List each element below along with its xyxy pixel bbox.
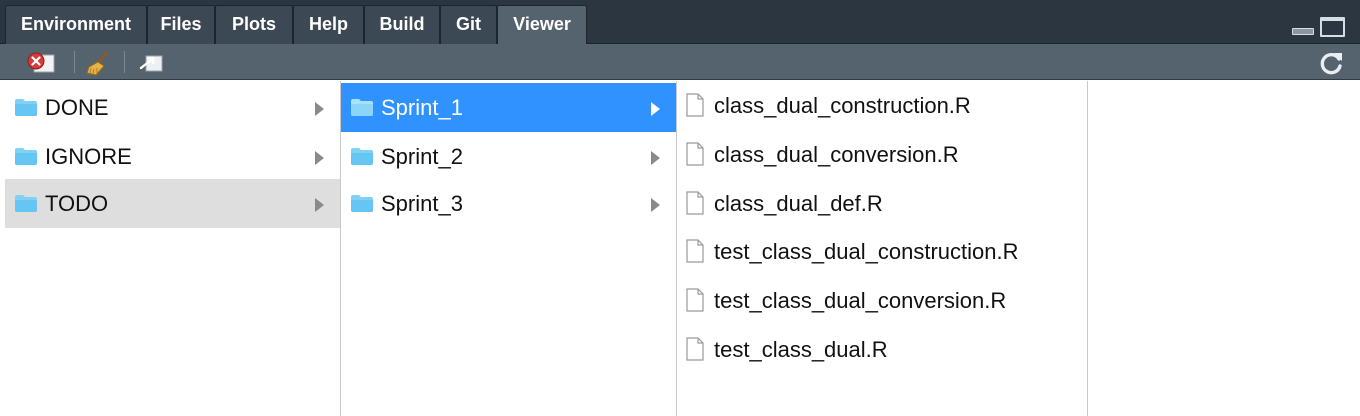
- tab-label: Help: [308, 14, 348, 34]
- folder-label: DONE: [45, 95, 109, 120]
- file-label: class_dual_conversion.R: [714, 142, 959, 167]
- file-item[interactable]: class_dual_def.R: [677, 179, 1087, 228]
- tab-label: Environment: [20, 14, 131, 34]
- folder-icon: [15, 99, 37, 116]
- pane-tab-bar: Environment Files Plots Help Build Git V…: [0, 0, 1360, 45]
- toolbar-separator: [74, 51, 75, 73]
- file-label: test_class_dual.R: [714, 337, 888, 362]
- toolbar-separator: [124, 51, 125, 73]
- file-label: test_class_dual_conversion.R: [714, 288, 1007, 313]
- tab-label: Viewer: [513, 14, 571, 34]
- folder-item-ignore[interactable]: IGNORE: [5, 132, 340, 181]
- folder-label: IGNORE: [45, 144, 132, 169]
- file-item[interactable]: test_class_dual_conversion.R: [677, 276, 1087, 325]
- chevron-right-icon: [651, 198, 660, 212]
- tab-label: Files: [160, 14, 202, 34]
- broom-clear-icon[interactable]: [84, 51, 114, 77]
- tab-files[interactable]: Files: [147, 5, 215, 44]
- remove-viewer-icon[interactable]: [26, 51, 58, 75]
- document-icon: [686, 239, 704, 263]
- column-empty: [1088, 81, 1360, 416]
- tab-plots[interactable]: Plots: [215, 5, 293, 44]
- tab-help[interactable]: Help: [293, 5, 364, 44]
- maximize-pane-icon[interactable]: [1320, 17, 1345, 37]
- file-label: class_dual_construction.R: [714, 93, 971, 118]
- folder-icon: [351, 148, 373, 165]
- chevron-right-icon: [315, 151, 324, 165]
- chevron-right-icon: [315, 102, 324, 116]
- folder-icon: [15, 195, 37, 212]
- folder-icon: [15, 148, 37, 165]
- folder-item-sprint-3[interactable]: Sprint_3: [341, 179, 676, 228]
- column-sprint-1: class_dual_construction.R class_dual_con…: [677, 81, 1088, 416]
- folder-label: Sprint_3: [381, 191, 463, 216]
- chevron-right-icon: [651, 151, 660, 165]
- tab-label: Git: [456, 14, 481, 34]
- tab-viewer[interactable]: Viewer: [497, 5, 587, 45]
- folder-label: Sprint_1: [381, 95, 463, 120]
- folder-item-sprint-1[interactable]: Sprint_1: [341, 83, 676, 132]
- document-icon: [686, 142, 704, 166]
- document-icon: [686, 337, 704, 361]
- tab-label: Plots: [231, 14, 276, 34]
- minimize-pane-icon[interactable]: [1292, 28, 1314, 35]
- file-label: test_class_dual_construction.R: [714, 239, 1019, 264]
- tab-build[interactable]: Build: [364, 5, 440, 44]
- folder-label: Sprint_2: [381, 144, 463, 169]
- chevron-right-icon: [315, 198, 324, 212]
- column-todo: Sprint_1 Sprint_2 Sprint_3: [341, 81, 677, 416]
- file-item[interactable]: test_class_dual_construction.R: [677, 227, 1087, 276]
- column-root: DONE IGNORE TODO: [5, 81, 341, 416]
- export-icon[interactable]: [138, 51, 166, 75]
- folder-item-sprint-2[interactable]: Sprint_2: [341, 132, 676, 181]
- folder-item-done[interactable]: DONE: [5, 83, 340, 132]
- folder-label: TODO: [45, 191, 109, 216]
- tab-git[interactable]: Git: [440, 5, 497, 44]
- document-icon: [686, 288, 704, 312]
- file-item[interactable]: class_dual_construction.R: [677, 81, 1087, 130]
- document-icon: [686, 93, 704, 117]
- file-label: class_dual_def.R: [714, 191, 883, 216]
- refresh-icon[interactable]: [1318, 50, 1346, 76]
- viewer-toolbar: [0, 44, 1360, 80]
- tab-environment[interactable]: Environment: [5, 5, 147, 44]
- chevron-right-icon: [651, 102, 660, 116]
- folder-icon: [351, 99, 373, 116]
- folder-item-todo[interactable]: TODO: [5, 179, 340, 228]
- file-item[interactable]: class_dual_conversion.R: [677, 130, 1087, 179]
- tab-label: Build: [379, 14, 425, 34]
- document-icon: [686, 191, 704, 215]
- file-item[interactable]: test_class_dual.R: [677, 325, 1087, 374]
- folder-icon: [351, 195, 373, 212]
